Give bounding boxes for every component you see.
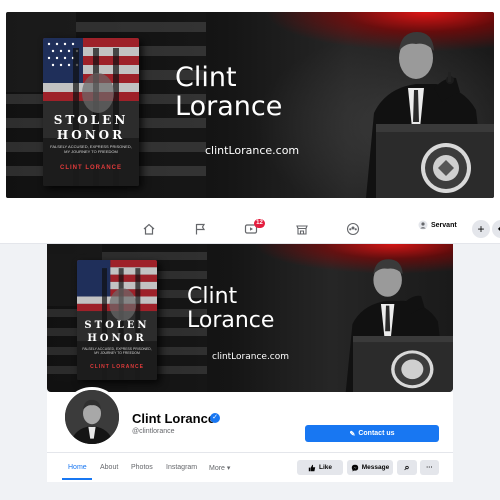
groups-icon[interactable] [346, 222, 360, 236]
avatar-photo [65, 390, 119, 444]
account-name[interactable]: Servant [431, 222, 457, 229]
flag-icon[interactable] [193, 222, 207, 236]
tab-more[interactable]: More ▾ [209, 464, 230, 472]
active-tab-indicator [62, 478, 92, 480]
cover-banner-preview: STOLEN HONOR FALSELY ACCUSED, EXPRESS PR… [6, 12, 494, 198]
marketplace-icon[interactable] [295, 222, 309, 236]
profile-cover-photo[interactable]: STOLEN HONOR FALSELY ACCUSED, EXPRESS PR… [47, 244, 453, 392]
book-title-line-1: STOLEN [53, 113, 129, 127]
contact-us-label: Contact us [358, 430, 395, 437]
home-icon[interactable] [142, 222, 156, 236]
footer-strip [0, 482, 500, 500]
create-plus-button[interactable]: + [472, 220, 490, 238]
account-avatar-icon[interactable] [418, 220, 428, 230]
tab-instagram[interactable]: Instagram [166, 464, 197, 471]
tab-more-label: More [209, 465, 225, 472]
video-notification-badge: 12 [254, 219, 265, 228]
banner-name-line-1: Clint [175, 62, 237, 93]
book-subtitle: FALSELY ACCUSED, EXPRESS PRISONED, MY JO… [50, 144, 132, 154]
tab-photos[interactable]: Photos [131, 464, 153, 471]
cover-name-line-1: Clint [187, 284, 238, 309]
thumbs-up-icon [308, 464, 316, 471]
cover-book-title-line-2: HONOR [87, 333, 147, 344]
cover-website: clintLorance.com [212, 352, 290, 362]
podium-graphic [376, 124, 494, 198]
tab-home[interactable]: Home [68, 464, 87, 471]
search-icon: ⌕ [404, 462, 410, 472]
profile-handle: @clintlorance [132, 428, 175, 435]
cover-book-subtitle: FALSELY ACCUSED, EXPRESS PRISONED, MY JO… [82, 347, 152, 355]
messenger-icon [351, 464, 358, 471]
message-label: Message [361, 464, 390, 471]
contact-us-button[interactable]: ✎ Contact us [305, 425, 439, 442]
cover-name-line-2: Lorance [187, 308, 275, 333]
book-author: CLINT LORANCE [60, 165, 122, 171]
like-label: Like [318, 464, 332, 471]
like-button[interactable]: Like [297, 460, 343, 475]
book-cover: STOLEN HONOR FALSELY ACCUSED, EXPRESS PR… [43, 38, 139, 186]
book-flag-art [43, 38, 139, 186]
ellipsis-icon: ··· [426, 464, 433, 471]
banner-name-line-2: Lorance [175, 91, 283, 122]
cover-book: STOLEN HONOR FALSELY ACCUSED, EXPRESS PR… [77, 260, 157, 380]
book-title-line-2: HONOR [56, 128, 126, 142]
screenshot-root: STOLEN HONOR FALSELY ACCUSED, EXPRESS PR… [0, 0, 500, 500]
cover-book-author: CLINT LORANCE [90, 364, 144, 370]
message-button[interactable]: Message [347, 460, 393, 475]
profile-name: Clint Lorance [132, 411, 216, 426]
pencil-icon: ✎ [349, 430, 356, 438]
tab-about[interactable]: About [100, 464, 118, 471]
banner-website: clintLorance.com [205, 144, 300, 157]
cover-podium-graphic [353, 336, 453, 392]
profile-avatar[interactable] [62, 387, 122, 447]
more-options-button[interactable]: ··· [420, 460, 439, 475]
search-button[interactable]: ⌕ [397, 460, 417, 475]
cover-book-title-line-1: STOLEN [84, 320, 150, 331]
verified-badge-icon: ✓ [210, 413, 220, 423]
chevron-down-icon: ▾ [226, 465, 231, 472]
